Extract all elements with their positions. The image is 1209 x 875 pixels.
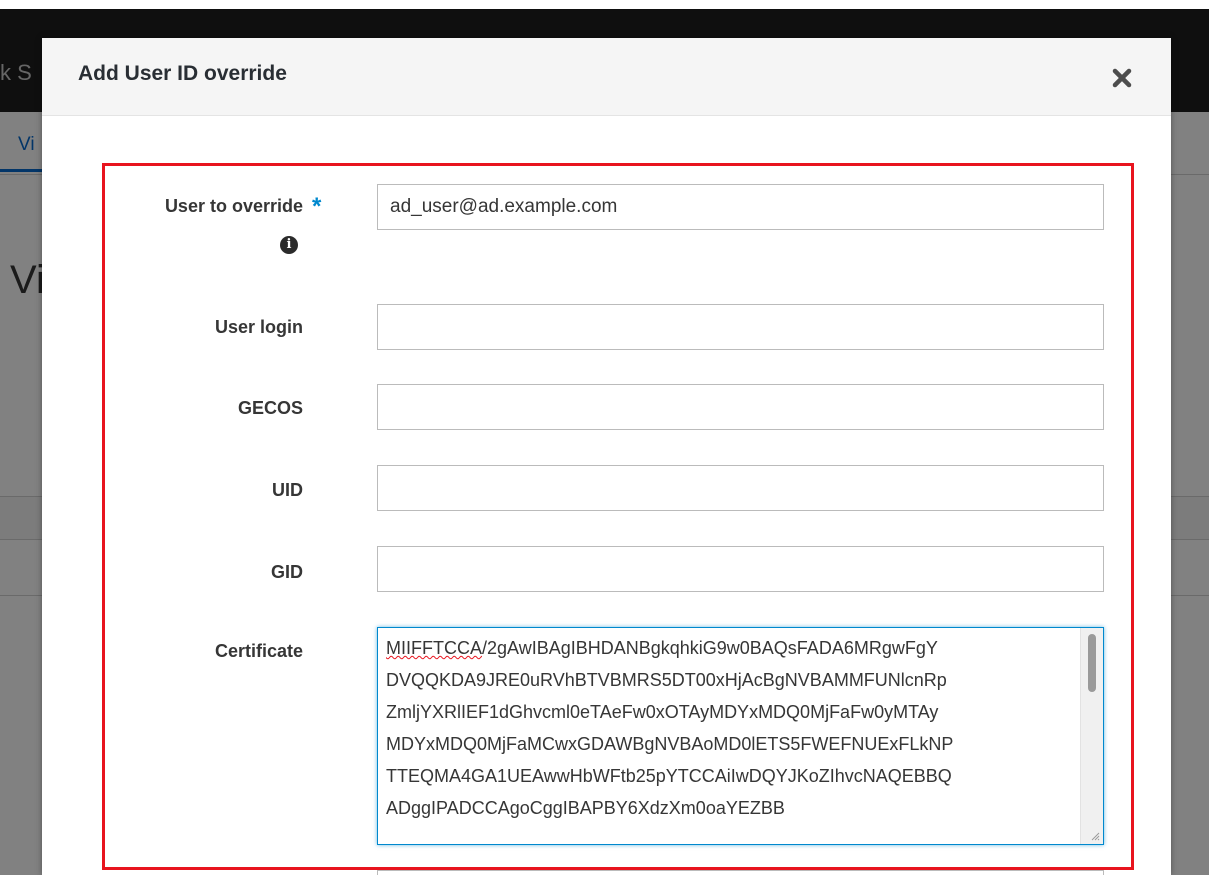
add-user-id-override-dialog: Add User ID override User to override * …	[42, 38, 1171, 875]
uid-label: UID	[272, 480, 303, 500]
gid-input[interactable]	[377, 546, 1104, 592]
certificate-label: Certificate	[214, 641, 303, 661]
resize-grip-icon[interactable]	[1090, 831, 1100, 841]
user-to-override-input[interactable]	[377, 184, 1104, 230]
certificate-textarea[interactable]: MIIFFTCCA/2gAwIBAgIBHDANBgkqhkiG9w0BAQsF…	[377, 627, 1104, 845]
user-to-override-label: User to override	[164, 196, 303, 216]
gid-label: GID	[270, 562, 303, 582]
scrollbar-thumb[interactable]	[1088, 634, 1096, 692]
certificate-line-rest: /2gAwIBAgIBHDANBgkqhkiG9w0BAQsFADA6MRgwF…	[482, 638, 938, 658]
gecos-input[interactable]	[377, 384, 1104, 430]
uid-input[interactable]	[377, 465, 1104, 511]
certificate-line: MDYxMDQ0MjFaMCwxGDAWBgNVBAoMD0lETS5FWEFN…	[386, 734, 954, 754]
modal-header: Add User ID override	[42, 38, 1171, 116]
user-login-input[interactable]	[377, 304, 1104, 350]
certificate-line: ADggIPADCCAgoCggIBAPBY6XdzXm0oaYEZBB	[386, 798, 785, 818]
certificate-scrollbar[interactable]	[1080, 628, 1103, 844]
next-field-input-partial[interactable]	[377, 870, 1104, 875]
gecos-label: GECOS	[237, 398, 303, 418]
certificate-line: DVQQKDA9JRE0uRVhBTVBMRS5DT00xHjAcBgNVBAM…	[386, 670, 947, 690]
close-button[interactable]	[1108, 64, 1136, 92]
spellcheck-flagged-word: MIIFFTCCA	[386, 638, 482, 658]
certificate-line: MIIFFTCCA/2gAwIBAgIBHDANBgkqhkiG9w0BAQsF…	[386, 632, 1076, 664]
info-circle-icon[interactable]: i	[280, 236, 298, 254]
browser-top-strip	[0, 0, 1209, 9]
certificate-line: TTEQMA4GA1UEAwwHbWFtb25pYTCCAiIwDQYJKoZI…	[386, 766, 952, 786]
user-login-label: User login	[214, 317, 303, 337]
certificate-line: ZmljYXRlIEF1dGhvcml0eTAeFw0xOTAyMDYxMDQ0…	[386, 702, 939, 722]
modal-title: Add User ID override	[78, 62, 287, 85]
close-x-icon	[1112, 68, 1132, 88]
certificate-text[interactable]: MIIFFTCCA/2gAwIBAgIBHDANBgkqhkiG9w0BAQsF…	[386, 632, 1076, 824]
required-marker: *	[312, 193, 322, 220]
